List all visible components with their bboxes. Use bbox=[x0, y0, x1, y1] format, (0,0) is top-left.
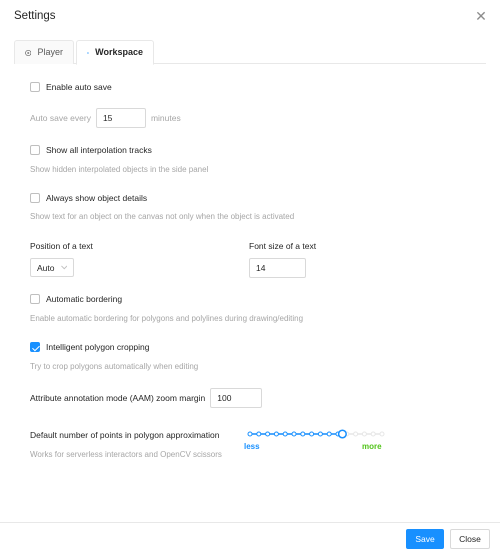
slider-dot bbox=[291, 431, 297, 437]
polygon-cropping-checkbox[interactable] bbox=[30, 342, 40, 352]
play-circle-icon bbox=[25, 49, 32, 56]
font-size-label: Font size of a text bbox=[249, 241, 317, 251]
close-button[interactable]: Close bbox=[450, 529, 490, 549]
polygon-cropping-hint: Try to crop polygons automatically when … bbox=[30, 362, 199, 371]
interpolation-row: Show all interpolation tracks bbox=[30, 145, 152, 155]
approximation-hint: Works for serverless interactors and Ope… bbox=[30, 450, 222, 459]
text-position-label: Position of a text bbox=[30, 241, 93, 251]
object-details-label: Always show object details bbox=[46, 193, 148, 203]
font-size-input[interactable]: 14 bbox=[249, 258, 306, 278]
tab-player-label: Player bbox=[37, 47, 63, 57]
chevron-down-icon bbox=[60, 265, 67, 270]
settings-modal: Settings ✕ Player Workspace Enable auto … bbox=[0, 0, 500, 554]
auto-bordering-hint: Enable automatic bordering for polygons … bbox=[30, 314, 304, 323]
approximation-slider[interactable] bbox=[246, 428, 386, 442]
laptop-icon bbox=[87, 51, 90, 54]
slider-dot bbox=[273, 431, 279, 437]
interpolation-label: Show all interpolation tracks bbox=[46, 145, 152, 155]
slider-dot bbox=[317, 431, 323, 437]
slider-dot bbox=[370, 431, 376, 437]
tab-workspace[interactable]: Workspace bbox=[76, 40, 154, 65]
save-button[interactable]: Save bbox=[406, 529, 444, 549]
slider-dot bbox=[353, 431, 359, 437]
modal-header: Settings ✕ bbox=[0, 0, 500, 36]
interpolation-checkbox[interactable] bbox=[30, 145, 40, 155]
object-details-hint: Show text for an object on the canvas no… bbox=[30, 212, 295, 221]
auto-bordering-checkbox[interactable] bbox=[30, 294, 40, 304]
polygon-cropping-label: Intelligent polygon cropping bbox=[46, 342, 150, 352]
auto-save-row: Enable auto save bbox=[30, 82, 112, 92]
slider-less-label: less bbox=[244, 442, 260, 451]
interpolation-hint: Show hidden interpolated objects in the … bbox=[30, 165, 209, 174]
auto-bordering-label: Automatic bordering bbox=[46, 294, 123, 304]
auto-save-interval-input[interactable]: 15 bbox=[95, 108, 146, 128]
polygon-cropping-row: Intelligent polygon cropping bbox=[30, 342, 150, 352]
slider-dot bbox=[300, 431, 306, 437]
auto-save-label: Enable auto save bbox=[46, 82, 112, 92]
close-icon[interactable]: ✕ bbox=[474, 9, 488, 23]
text-position-value: Auto bbox=[37, 262, 55, 273]
object-details-checkbox[interactable] bbox=[30, 193, 40, 203]
settings-tabs: Player Workspace bbox=[14, 40, 486, 65]
slider-more-label: more bbox=[362, 442, 382, 451]
auto-save-interval-row: Auto save every 15 minutes bbox=[30, 108, 181, 128]
text-position-select[interactable]: Auto bbox=[30, 258, 74, 277]
slider-dot bbox=[326, 431, 332, 437]
object-details-row: Always show object details bbox=[30, 193, 147, 203]
slider-dot bbox=[379, 431, 385, 437]
slider-dot bbox=[309, 431, 315, 437]
slider-dot bbox=[361, 431, 367, 437]
slider-handle[interactable] bbox=[337, 429, 347, 439]
slider-dot bbox=[247, 431, 253, 437]
aam-zoom-label: Attribute annotation mode (AAM) zoom mar… bbox=[30, 393, 206, 403]
modal-footer: Save Close bbox=[0, 522, 500, 554]
auto-bordering-row: Automatic bordering bbox=[30, 294, 122, 304]
auto-save-checkbox[interactable] bbox=[30, 82, 40, 92]
approximation-label: Default number of points in polygon appr… bbox=[30, 430, 220, 440]
aam-zoom-input[interactable]: 100 bbox=[210, 388, 263, 408]
modal-title: Settings bbox=[14, 10, 56, 22]
slider-dot bbox=[282, 431, 288, 437]
aam-zoom-row: Attribute annotation mode (AAM) zoom mar… bbox=[30, 388, 263, 408]
tab-player[interactable]: Player bbox=[14, 40, 74, 64]
slider-dot bbox=[265, 431, 271, 437]
slider-dot bbox=[256, 431, 262, 437]
auto-save-minutes-label: minutes bbox=[150, 113, 181, 123]
auto-save-every-label: Auto save every bbox=[30, 113, 91, 123]
tab-workspace-label: Workspace bbox=[95, 47, 143, 57]
